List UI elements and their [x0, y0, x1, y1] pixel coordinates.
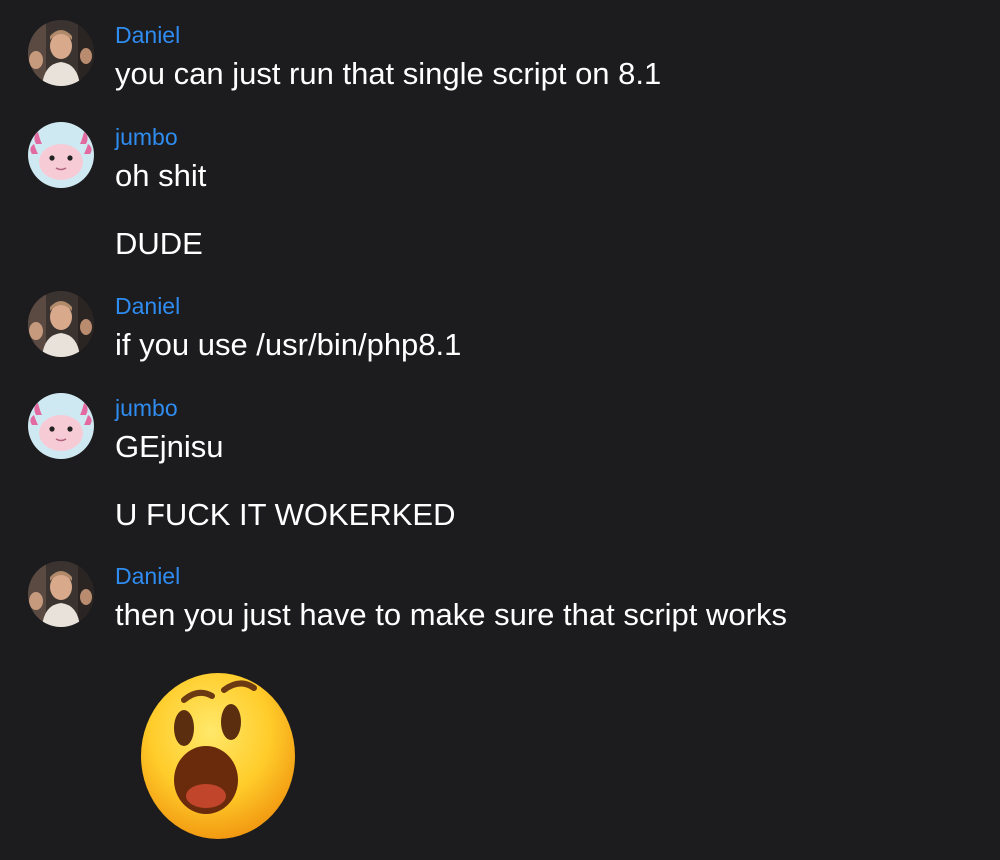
- message-text: if you use /usr/bin/php8.1: [115, 327, 462, 362]
- message-text: DUDE: [115, 226, 203, 261]
- message-text: GEjnisu: [115, 429, 224, 464]
- message-text: then you just have to make sure that scr…: [115, 597, 787, 632]
- axolotl-avatar[interactable]: [28, 122, 94, 188]
- sender-name[interactable]: jumbo: [115, 124, 178, 150]
- chat-transcript: Daniel you can just run that single scri…: [0, 0, 1000, 860]
- surprised-face-emoji: [138, 670, 298, 842]
- sender-name[interactable]: Daniel: [115, 293, 180, 319]
- sender-name[interactable]: Daniel: [115, 563, 180, 589]
- axolotl-avatar[interactable]: [28, 393, 94, 459]
- message-text: U FUCK IT WOKERKED: [115, 497, 456, 532]
- daniel-avatar[interactable]: [28, 561, 94, 627]
- message-text: oh shit: [115, 158, 207, 193]
- daniel-avatar[interactable]: [28, 20, 94, 86]
- sender-name[interactable]: Daniel: [115, 22, 180, 48]
- message-text: you can just run that single script on 8…: [115, 56, 662, 91]
- daniel-avatar[interactable]: [28, 291, 94, 357]
- sender-name[interactable]: jumbo: [115, 395, 178, 421]
